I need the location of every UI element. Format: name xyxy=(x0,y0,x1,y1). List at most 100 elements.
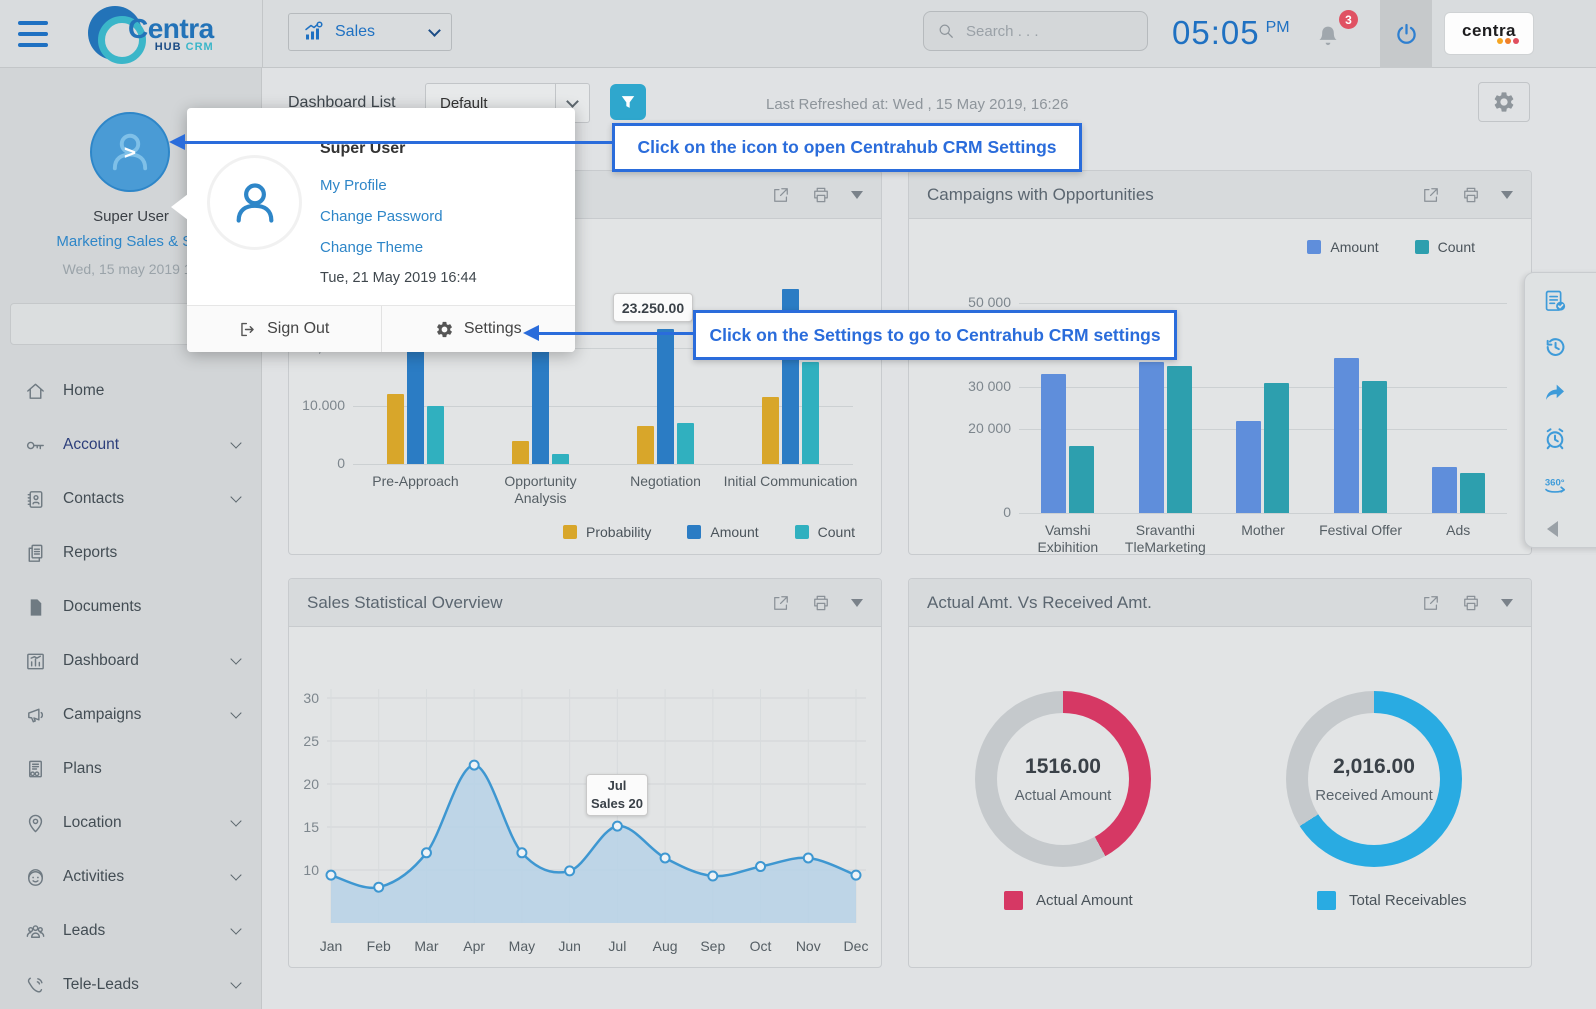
topbar-divider xyxy=(262,0,263,68)
sidebar-item-dashboard[interactable]: Dashboard xyxy=(0,634,262,688)
sidebar-item-location[interactable]: Location xyxy=(0,796,262,850)
x-category-label: Vamshi Exbihition xyxy=(1037,522,1098,556)
change-theme-link[interactable]: Change Theme xyxy=(320,239,423,256)
sidebar-item-account[interactable]: Account xyxy=(0,418,262,472)
callout-arrow-head xyxy=(169,134,185,150)
x-tick-label: Nov xyxy=(796,938,821,954)
sidebar-item-label: Leads xyxy=(63,922,232,940)
external-link-icon[interactable] xyxy=(771,593,791,613)
logout-power-button[interactable] xyxy=(1380,0,1432,68)
sidebar-item-tele-leads[interactable]: Tele-Leads xyxy=(0,958,262,1009)
sidebar-item-contacts[interactable]: Contacts xyxy=(0,472,262,526)
y-tick-label: 0 xyxy=(963,504,1011,520)
bar-amount xyxy=(1334,358,1359,513)
sidebar-item-documents[interactable]: Documents xyxy=(0,580,262,634)
x-category-label: Mother xyxy=(1241,522,1285,539)
logo-hub-text: HUB xyxy=(155,41,182,53)
chevron-down-icon xyxy=(230,815,241,826)
external-link-icon[interactable] xyxy=(771,185,791,205)
user-avatar[interactable]: > xyxy=(90,112,170,192)
data-point[interactable] xyxy=(708,872,717,881)
sidebar-item-activities[interactable]: Activities xyxy=(0,850,262,904)
data-point[interactable] xyxy=(804,853,813,862)
caret-down-icon[interactable] xyxy=(851,599,863,607)
bar-value-tooltip: 23.250.00 xyxy=(613,293,693,322)
data-point[interactable] xyxy=(327,871,336,880)
data-point[interactable] xyxy=(852,871,861,880)
sign-out-icon xyxy=(238,320,257,339)
data-point[interactable] xyxy=(422,848,431,857)
sidebar-item-home[interactable]: Home xyxy=(0,364,262,418)
y-tick-label: 15 xyxy=(303,819,319,835)
corner-brand-logo: centra xyxy=(1444,12,1534,55)
location-icon xyxy=(24,812,47,835)
chevron-down-icon xyxy=(230,923,241,934)
x-tick-label: Mar xyxy=(414,938,438,954)
legend-item: Total Receivables xyxy=(1317,891,1467,910)
caret-down-icon[interactable] xyxy=(1501,599,1513,607)
notification-badge: 3 xyxy=(1339,10,1358,29)
data-point[interactable] xyxy=(470,761,479,770)
brand-dot xyxy=(1513,38,1519,44)
external-link-icon[interactable] xyxy=(1421,593,1441,613)
donut-value: 2,016.00 xyxy=(1333,755,1415,779)
gear-icon xyxy=(435,320,454,339)
bar-count xyxy=(802,362,819,464)
history-icon[interactable] xyxy=(1541,333,1569,360)
gridline xyxy=(353,464,853,465)
legend-item: Count xyxy=(1415,239,1475,255)
bar-group: Negotiation xyxy=(637,329,694,464)
callout-arrow-line xyxy=(184,141,612,144)
settings-button[interactable]: Settings xyxy=(381,306,576,352)
filter-button[interactable] xyxy=(610,84,646,120)
share-icon[interactable] xyxy=(1541,379,1569,406)
print-icon[interactable] xyxy=(811,593,831,613)
external-link-icon[interactable] xyxy=(1421,185,1441,205)
deg360-icon[interactable] xyxy=(1541,471,1569,498)
y-tick-label: 50 000 xyxy=(963,294,1011,310)
x-tick-label: Jun xyxy=(558,938,581,954)
print-icon[interactable] xyxy=(1461,185,1481,205)
legend-label: Total Receivables xyxy=(1349,892,1467,909)
centrahub-crm-app: Centra HUB CRM Sales 05:05 PM 3 centra xyxy=(0,0,1596,1009)
collapse-toolbar-icon[interactable] xyxy=(1547,521,1558,537)
print-icon[interactable] xyxy=(811,185,831,205)
bar-count xyxy=(1264,383,1289,513)
data-point[interactable] xyxy=(517,848,526,857)
module-selector[interactable]: Sales xyxy=(288,13,452,51)
notifications-button[interactable]: 3 xyxy=(1314,16,1354,56)
bar-count xyxy=(552,454,569,464)
corner-brand-dots xyxy=(1497,38,1519,44)
sidebar-item-reports[interactable]: Reports xyxy=(0,526,262,580)
caret-down-icon[interactable] xyxy=(1501,191,1513,199)
data-point[interactable] xyxy=(565,866,574,875)
tasks-icon[interactable] xyxy=(1541,287,1569,314)
sidebar-item-plans[interactable]: Plans xyxy=(0,742,262,796)
data-point[interactable] xyxy=(613,822,622,831)
donut-value: 1516.00 xyxy=(1025,755,1101,779)
alarm-icon[interactable] xyxy=(1541,425,1569,452)
panel-header: Campaigns with Opportunities xyxy=(909,171,1531,219)
data-point[interactable] xyxy=(374,883,383,892)
search-input[interactable] xyxy=(966,23,1126,40)
sidebar-item-campaigns[interactable]: Campaigns xyxy=(0,688,262,742)
crm-settings-button[interactable] xyxy=(1478,82,1530,122)
popup-pointer xyxy=(171,194,188,220)
tooltip-value: Sales 20 xyxy=(591,795,643,813)
bar-group: Sravanthi TleMarketing xyxy=(1139,362,1192,513)
power-icon xyxy=(1393,21,1420,48)
caret-down-icon[interactable] xyxy=(851,191,863,199)
sidebar-item-leads[interactable]: Leads xyxy=(0,904,262,958)
data-point[interactable] xyxy=(661,853,670,862)
x-tick-label: Oct xyxy=(750,938,772,954)
sign-out-button[interactable]: Sign Out xyxy=(187,306,381,352)
campaigns-icon xyxy=(24,704,47,727)
legend-item: Amount xyxy=(1307,239,1378,255)
y-tick-label: 25 xyxy=(303,733,319,749)
hamburger-menu-icon[interactable] xyxy=(18,21,48,47)
data-point[interactable] xyxy=(756,862,765,871)
change-password-link[interactable]: Change Password xyxy=(320,208,443,225)
chevron-down-icon xyxy=(230,437,241,448)
print-icon[interactable] xyxy=(1461,593,1481,613)
my-profile-link[interactable]: My Profile xyxy=(320,177,387,194)
